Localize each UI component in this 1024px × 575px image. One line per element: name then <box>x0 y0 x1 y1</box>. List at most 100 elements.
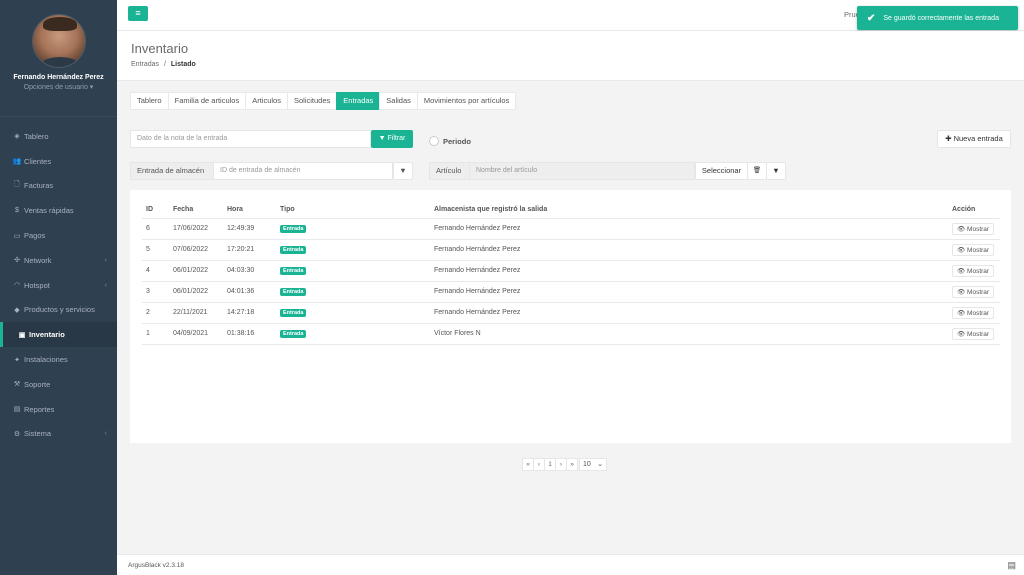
cell-almacenista: Fernando Hernández Perez <box>430 302 948 324</box>
tab-movimientos-por-art-culos[interactable]: Movimientos por artículos <box>416 92 517 110</box>
avatar[interactable] <box>31 14 86 68</box>
sidebar-item-sistema[interactable]: ⚙ Sistema ‹ <box>0 422 117 447</box>
breadcrumb-entradas[interactable]: Entradas <box>131 61 159 68</box>
sidebar-item-facturas[interactable]: 🗋 Facturas <box>0 174 117 199</box>
tab-familia-de-articulos[interactable]: Familia de articulos <box>167 92 247 110</box>
cell-hora-text: 12:49:39 <box>227 225 255 232</box>
sidebar-item-soporte[interactable]: ⚒ Soporte <box>0 372 117 397</box>
page-size-select[interactable]: 10 ⌄ <box>579 458 607 471</box>
col-almacenista[interactable]: Almacenista que registró la salida <box>430 202 948 219</box>
tab-tablero[interactable]: Tablero <box>130 92 169 110</box>
money-icon: ▭ <box>13 232 21 240</box>
sidebar-item-label: Instalaciones <box>24 355 68 365</box>
tab-articulos[interactable]: Articulos <box>245 92 288 110</box>
chevron-down-icon: ⌄ <box>597 461 603 468</box>
cell-fecha: 07/06/2022 <box>169 239 223 261</box>
last-page-button[interactable]: » <box>566 458 578 471</box>
warehouse-entry-id-input[interactable]: ID de entrada de almacén <box>213 162 393 180</box>
cell-tipo: Entrada <box>276 302 430 324</box>
new-entry-button[interactable]: ✚ Nueva entrada <box>937 130 1011 148</box>
cell-accion: 👁 Mostrar <box>948 260 1000 282</box>
sidebar-item-label: Sistema <box>24 429 52 439</box>
cell-id: 2 <box>142 302 169 324</box>
col-tipo[interactable]: Tipo <box>276 202 430 219</box>
cell-id-text: 1 <box>146 330 150 337</box>
cell-id: 6 <box>142 218 169 240</box>
tab-entradas[interactable]: Entradas <box>336 92 381 110</box>
select-article-button[interactable]: Seleccionar <box>695 162 748 180</box>
success-toast[interactable]: ✔ Se guardó correctamente las entrada <box>857 6 1018 30</box>
cell-id-text: 3 <box>146 288 150 295</box>
users-icon: 👥 <box>12 158 22 166</box>
report-icon: ▤ <box>13 406 21 414</box>
table-row: 4 06/01/2022 04:03:30 Entrada Fernando Herná… <box>142 260 1000 282</box>
sidebar-item-label: Clientes <box>24 156 52 166</box>
app-version: ArgusBlack v2.3.18 <box>128 562 185 569</box>
trash-icon[interactable]: 🗑 <box>747 162 767 180</box>
sidebar-item-tablero[interactable]: ◈ Tablero <box>0 124 117 149</box>
check-icon: ✔ <box>867 12 876 24</box>
tab-solicitudes[interactable]: Solicitudes <box>286 92 338 110</box>
cell-accion: 👁 Mostrar <box>948 218 1000 240</box>
tab-salidas[interactable]: Salidas <box>379 92 418 110</box>
page-title: Inventario <box>131 41 189 56</box>
cell-fecha-text: 06/01/2022 <box>173 288 209 295</box>
show-button[interactable]: 👁 Mostrar <box>952 285 995 298</box>
show-button[interactable]: 👁 Mostrar <box>952 327 995 340</box>
table-row: 3 06/01/2022 04:01:36 Entrada Fernando Herná… <box>142 281 1000 303</box>
inventory-tabs: Tablero Familia de articulos Articulos Soli… <box>130 92 517 110</box>
col-hora[interactable]: Hora <box>223 202 276 219</box>
calculator-icon[interactable]: ▤ <box>1007 560 1016 571</box>
cell-almacenista: Fernando Hernández Perez <box>430 239 948 261</box>
menu-toggle-button[interactable]: ≡ <box>128 6 148 21</box>
sidebar-item-hotspot[interactable]: ◠ Hotspot ‹ <box>0 273 117 298</box>
cell-hora-text: 04:01:36 <box>227 288 255 295</box>
chevron-left-icon: ‹ <box>104 256 107 264</box>
show-button[interactable]: 👁 Mostrar <box>952 222 995 235</box>
status-badge: Entrada <box>280 287 307 296</box>
cell-fecha: 22/11/2021 <box>169 302 223 324</box>
sidebar-item-productos-y-servicios[interactable]: ◆ Productos y servicios <box>0 298 117 323</box>
col-id[interactable]: ID <box>142 202 169 219</box>
sidebar-item-label: Productos y servicios <box>24 305 95 315</box>
sidebar-item-pagos[interactable]: ▭ Pagos <box>0 223 117 248</box>
warehouse-filter-funnel-icon[interactable]: ▼ <box>393 162 413 180</box>
cell-hora: 12:49:39 <box>223 218 276 240</box>
col-fecha[interactable]: Fecha <box>169 202 223 219</box>
article-filter-funnel-icon[interactable]: ▼ <box>766 162 786 180</box>
cell-tipo: Entrada <box>276 323 430 345</box>
period-radio[interactable] <box>429 136 439 146</box>
filter-button[interactable]: ▼ Filtrar <box>371 130 413 148</box>
show-button[interactable]: 👁 Mostrar <box>952 306 995 319</box>
cell-id: 3 <box>142 281 169 303</box>
user-options-dropdown[interactable]: Opciones de usuario ▾ <box>0 83 117 91</box>
cell-hora-text: 01:38:16 <box>227 330 255 337</box>
entries-panel: ID Fecha Hora Tipo Almacenista que regis… <box>130 190 1011 443</box>
sidebar-item-reportes[interactable]: ▤ Reportes <box>0 397 117 422</box>
page-heading: Inventario Entradas / Listado <box>117 31 1024 81</box>
cell-id: 5 <box>142 239 169 261</box>
show-button[interactable]: 👁 Mostrar <box>952 264 995 277</box>
sidebar-item-label: Ventas rápidas <box>24 206 74 216</box>
cell-fecha-text: 07/06/2022 <box>173 246 209 253</box>
cell-tipo: Entrada <box>276 218 430 240</box>
sidebar-item-clientes[interactable]: 👥 Clientes <box>0 149 117 174</box>
toast-message: Se guardó correctamente las entrada <box>883 14 999 22</box>
article-name-input[interactable]: Nombre del artículo <box>469 162 695 180</box>
page-size-value: 10 <box>583 461 591 468</box>
sidebar-item-network[interactable]: ✣ Network ‹ <box>0 248 117 273</box>
cell-almacenista: Fernando Hernández Perez <box>430 281 948 303</box>
show-button[interactable]: 👁 Mostrar <box>952 243 995 256</box>
cell-almacenista-text: Fernando Hernández Perez <box>434 288 521 295</box>
note-search-input[interactable]: Dato de la nota de la entrada <box>130 130 371 148</box>
table-row: 1 04/09/2021 01:38:16 Entrada Víctor Flores … <box>142 323 1000 345</box>
sidebar-item-instalaciones[interactable]: ✦ Instalaciones <box>0 347 117 372</box>
sidebar-item-inventario[interactable]: ▣ Inventario <box>0 322 117 348</box>
status-badge: Entrada <box>280 245 307 254</box>
chevron-left-icon: ‹ <box>104 430 107 438</box>
cell-almacenista: Fernando Hernández Perez <box>430 260 948 282</box>
user-profile: Fernando Hernández Perez Opciones de usu… <box>0 0 117 117</box>
breadcrumb: Entradas / Listado <box>131 61 196 68</box>
cell-fecha: 17/06/2022 <box>169 218 223 240</box>
sidebar-item-ventas-r-pidas[interactable]: $ Ventas rápidas <box>0 198 117 223</box>
